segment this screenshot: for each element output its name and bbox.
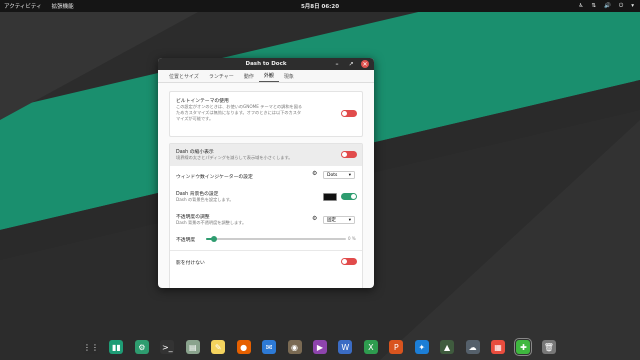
opacity-slider-handle[interactable]	[210, 236, 217, 242]
opacity-dropdown-value: 固定	[327, 218, 336, 223]
bg-color-desc: Dash の背景色を設定します。	[176, 197, 234, 202]
network-icon[interactable]: ⇅	[591, 3, 596, 9]
show-apps-icon[interactable]: ⋮⋮	[83, 340, 99, 354]
office-writer-icon[interactable]: W	[338, 340, 353, 354]
opacity-gear-icon[interactable]: ⚙	[312, 215, 317, 222]
bg-color-swatch[interactable]	[323, 193, 337, 201]
builtin-theme-desc-3: マイズが可能です。	[176, 116, 214, 121]
software-center-icon[interactable]: ▦	[491, 340, 505, 354]
maximize-button[interactable]: ↗	[347, 60, 355, 68]
indicator-dropdown[interactable]: Dots ▾	[323, 171, 355, 179]
indicator-gear-icon[interactable]: ⚙	[312, 170, 317, 177]
game-icon[interactable]: ✦	[414, 340, 429, 354]
top-bar: アクティビティ 拡張機能 5月8日 06:20 ♿ ⇅ 🔊 ⏻ ▾	[0, 0, 640, 12]
no-shadow-toggle[interactable]	[341, 258, 357, 265]
chevron-down-icon: ▾	[348, 217, 351, 223]
indicator-dropdown-value: Dots	[327, 172, 338, 178]
manjaro-hello-icon[interactable]: ▮▮	[109, 340, 124, 354]
tab-appearance[interactable]: 外観	[258, 70, 279, 82]
terminal-icon[interactable]: >_	[160, 340, 175, 354]
opacity-title: 不透明度の調整	[176, 215, 210, 220]
minimize-button[interactable]: –	[333, 60, 341, 68]
close-button[interactable]: ✕	[361, 60, 369, 68]
builtin-theme-toggle[interactable]	[341, 110, 357, 117]
chevron-down-icon[interactable]: ▾	[631, 3, 634, 9]
system-tray[interactable]: ♿ ⇅ 🔊 ⏻ ▾	[578, 3, 634, 10]
cloud-icon[interactable]: ☁	[465, 340, 480, 354]
opacity-desc: Dash 背景の不透明度を調整します。	[176, 220, 247, 225]
opacity-slider-value: 0 %	[348, 236, 356, 241]
shrink-desc: 境界線の太さとパディングを減らして表示域を小さくします。	[176, 155, 293, 160]
window-titlebar[interactable]: Dash to Dock – ↗ ✕	[158, 58, 374, 70]
builtin-theme-box: ビルトインテーマの使用 この設定がオンのときは、お使いのGNOME テーマとの調…	[169, 91, 363, 137]
divider	[170, 250, 362, 251]
files-icon[interactable]: ▤	[185, 340, 200, 354]
gimp-icon[interactable]: ◉	[287, 340, 302, 354]
dock: ⋮⋮ ▮▮ ⚙ >_ ▤ ✎ ● ✉ ◉ ▶ W X P ✦ ▲ ☁ ▦ ✚ 🗑	[80, 336, 560, 358]
inkscape-icon[interactable]: ▲	[440, 340, 455, 354]
appearance-settings-box: Dash の縮小表示 境界線の太さとパディングを減らして表示域を小さくします。 …	[169, 143, 363, 288]
opacity-dropdown[interactable]: 固定 ▾	[323, 216, 355, 224]
shrink-row[interactable]: Dash の縮小表示 境界線の太さとパディングを減らして表示域を小さくします。	[170, 144, 362, 166]
indicator-title: ウィンドウ数インジケーターの設定	[176, 175, 253, 180]
opacity-slider[interactable]	[206, 236, 346, 242]
power-icon[interactable]: ⏻	[619, 3, 623, 10]
tab-about[interactable]: 現象	[279, 70, 299, 82]
dash-to-dock-window: Dash to Dock – ↗ ✕ 位置とサイズ ランチャー 動作 外観 現象…	[158, 58, 374, 288]
settings-app-icon[interactable]: ⚙	[134, 340, 149, 354]
thunderbird-icon[interactable]: ✉	[262, 340, 277, 354]
text-editor-icon[interactable]: ✎	[211, 340, 226, 354]
clock-button[interactable]: 5月8日 06:20	[301, 2, 339, 10]
bg-color-toggle[interactable]	[341, 193, 357, 200]
office-calc-icon[interactable]: X	[363, 340, 378, 354]
volume-icon[interactable]: 🔊	[604, 3, 611, 9]
window-title: Dash to Dock	[245, 61, 287, 67]
tab-launchers[interactable]: ランチャー	[204, 70, 239, 82]
builtin-theme-title: ビルトインテーマの使用	[176, 99, 229, 104]
shrink-title: Dash の縮小表示	[176, 150, 214, 155]
office-impress-icon[interactable]: P	[389, 340, 404, 354]
chevron-down-icon: ▾	[348, 172, 351, 178]
tab-position-size[interactable]: 位置とサイズ	[164, 70, 204, 82]
no-shadow-title: 影を付けない	[176, 261, 205, 266]
app-menu-button[interactable]: 拡張機能	[52, 2, 74, 10]
trash-icon[interactable]: 🗑	[541, 340, 556, 354]
activities-button[interactable]: アクティビティ	[4, 2, 42, 10]
shrink-toggle[interactable]	[341, 151, 357, 158]
tab-behavior[interactable]: 動作	[239, 70, 259, 82]
extensions-icon[interactable]: ✚	[514, 338, 533, 356]
firefox-icon[interactable]: ●	[236, 340, 251, 354]
opacity-slider-label: 不透明度	[176, 238, 196, 243]
settings-tabs: 位置とサイズ ランチャー 動作 外観 現象	[158, 70, 374, 83]
bg-color-title: Dash 背景色の設定	[176, 192, 219, 197]
video-player-icon[interactable]: ▶	[312, 340, 327, 354]
accessibility-icon[interactable]: ♿	[578, 3, 583, 9]
settings-content[interactable]: ビルトインテーマの使用 この設定がオンのときは、お使いのGNOME テーマとの調…	[158, 83, 374, 288]
